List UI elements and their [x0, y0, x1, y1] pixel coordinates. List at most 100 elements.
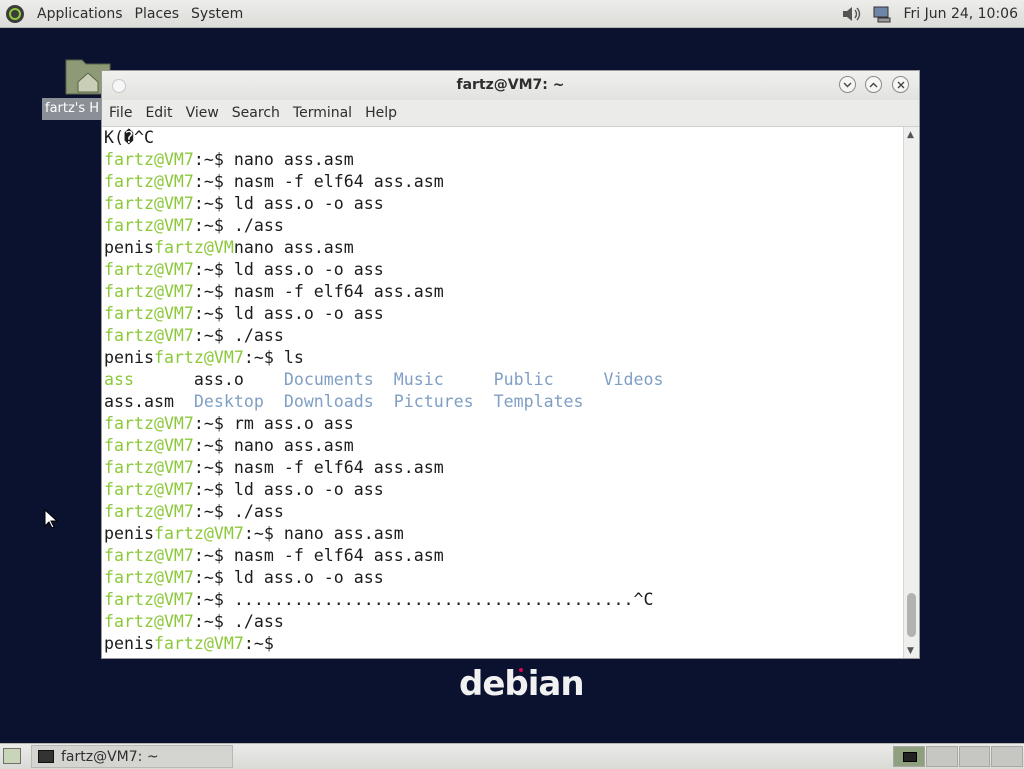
terminal-text: :~$ ls	[243, 348, 304, 367]
applications-menu[interactable]: Applications	[31, 6, 129, 22]
window-title-bar[interactable]: fartz@VM7: ~	[102, 71, 919, 100]
prompt-text: fartz@VM7	[104, 304, 194, 323]
terminal-line: fartz@VM7:~$ ./ass	[104, 501, 904, 523]
maximize-button[interactable]	[865, 76, 882, 93]
terminal-line: penisfartz@VM7:~$ ls	[104, 347, 904, 369]
terminal-line: fartz@VM7:~$ ld ass.o -o ass	[104, 193, 904, 215]
terminal-text: penis	[104, 634, 154, 653]
terminal-menu-bar: File Edit View Search Terminal Help	[102, 100, 919, 127]
terminal-text: ass.o	[133, 370, 284, 389]
terminal-text: :~$ ld ass.o -o ass	[193, 260, 384, 279]
terminal-line: fartz@VM7:~$ ...........................…	[104, 589, 904, 611]
terminal-text: :~$ ld ass.o -o ass	[193, 480, 384, 499]
prompt-text: fartz@VM7	[104, 414, 194, 433]
prompt-text: fartz@VM7	[104, 458, 194, 477]
workspace-2[interactable]	[925, 746, 958, 767]
terminal-text: :~$ ld ass.o -o ass	[193, 194, 384, 213]
terminal-line: ass ass.o Documents Music Public Videos	[104, 369, 904, 391]
directory-listing: Documents Music Public Videos	[283, 370, 664, 389]
terminal-line: fartz@VM7:~$ nasm -f elf64 ass.asm	[104, 281, 904, 303]
terminal-line: fartz@VM7:~$ ld ass.o -o ass	[104, 567, 904, 589]
prompt-text: fartz@VM7	[104, 480, 194, 499]
window-title: fartz@VM7: ~	[456, 77, 565, 93]
volume-icon[interactable]	[841, 5, 863, 23]
system-menu[interactable]: System	[185, 6, 249, 22]
terminal-line: fartz@VM7:~$ nasm -f elf64 ass.asm	[104, 171, 904, 193]
gnome-foot-icon[interactable]	[5, 4, 25, 24]
terminal-text: :~$ ....................................…	[193, 590, 654, 609]
terminal-text: :~$ ld ass.o -o ass	[193, 304, 384, 323]
terminal-text: :~$ rm ass.o ass	[193, 414, 354, 433]
close-button[interactable]	[892, 76, 909, 93]
minimize-button[interactable]	[839, 76, 856, 93]
terminal-window: fartz@VM7: ~ File Edit View Search Termi…	[102, 71, 919, 658]
terminal-text: :~$ nasm -f elf64 ass.asm	[193, 172, 444, 191]
scrollbar-thumb[interactable]	[907, 593, 916, 637]
mouse-pointer-icon	[44, 509, 58, 529]
taskbar-terminal-label: fartz@VM7: ~	[61, 748, 159, 765]
workspace-1[interactable]	[893, 746, 925, 767]
terminal-text: ass.asm	[104, 392, 194, 411]
terminal-text: :~$ nasm -f elf64 ass.asm	[193, 546, 444, 565]
prompt-text: ass	[104, 370, 134, 389]
terminal-line: penisfartz@VMnano ass.asm	[104, 237, 904, 259]
terminal-line: ass.asm Desktop Downloads Pictures Templ…	[104, 391, 904, 413]
workspace-switcher	[893, 746, 1024, 767]
terminal-text: :~$ ld ass.o -o ass	[193, 568, 384, 587]
prompt-text: fartz@VM7	[104, 194, 194, 213]
terminal-icon	[38, 750, 54, 763]
prompt-text: fartz@VM7	[104, 326, 194, 345]
menu-terminal[interactable]: Terminal	[287, 105, 358, 121]
terminal-text: :~$ nano ass.asm	[243, 524, 404, 543]
workspace-4[interactable]	[991, 746, 1023, 767]
menu-help[interactable]: Help	[359, 105, 403, 121]
debian-logo-dot	[519, 668, 523, 672]
clock[interactable]: Fri Jun 24, 10:06	[903, 6, 1018, 22]
terminal-line: fartz@VM7:~$ ld ass.o -o ass	[104, 479, 904, 501]
menu-search[interactable]: Search	[226, 105, 286, 121]
workspace-3[interactable]	[958, 746, 991, 767]
terminal-text: :~$ ./ass	[193, 612, 284, 631]
terminal-text: :~$ nano ass.asm	[193, 436, 354, 455]
menu-file[interactable]: File	[103, 105, 138, 121]
network-icon[interactable]	[873, 5, 893, 23]
prompt-text: fartz@VM7	[104, 216, 194, 235]
prompt-text: fartz@VM7	[153, 524, 244, 543]
panel-tray: Fri Jun 24, 10:06	[841, 0, 1024, 27]
terminal-text: penis	[104, 348, 154, 367]
menu-view[interactable]: View	[180, 105, 225, 121]
terminal-line: fartz@VM7:~$ ./ass	[104, 611, 904, 633]
prompt-text: fartz@VM7	[104, 436, 194, 455]
prompt-text: fartz@VM7	[104, 282, 194, 301]
terminal-text: :~$ nano ass.asm	[193, 150, 354, 169]
directory-listing: Desktop Downloads Pictures Templates	[193, 392, 584, 411]
terminal-line: fartz@VM7:~$ rm ass.o ass	[104, 413, 904, 435]
home-folder-label[interactable]: fartz's H	[42, 98, 104, 120]
terminal-output[interactable]: K(�^C fartz@VM7:~$ nano ass.asm fartz@VM7:…	[102, 127, 904, 658]
terminal-line: penisfartz@VM7:~$	[104, 633, 904, 655]
menu-edit[interactable]: Edit	[139, 105, 178, 121]
terminal-line: K(�^C	[104, 127, 904, 149]
scroll-down-arrow-icon[interactable]: ▼	[907, 646, 914, 656]
bottom-panel: fartz@VM7: ~	[0, 743, 1024, 769]
scroll-up-arrow-icon[interactable]: ▲	[907, 130, 914, 140]
chevron-up-icon	[869, 82, 878, 87]
terminal-text: :~$ nasm -f elf64 ass.asm	[193, 458, 444, 477]
terminal-scrollbar[interactable]: ▲ ▼	[903, 127, 919, 658]
terminal-line: fartz@VM7:~$ nano ass.asm	[104, 149, 904, 171]
prompt-text: fartz@VM7	[153, 634, 244, 653]
workspace-window-thumbnail	[903, 752, 917, 762]
chevron-down-icon	[843, 82, 852, 87]
terminal-line: fartz@VM7:~$ ld ass.o -o ass	[104, 259, 904, 281]
close-icon	[897, 81, 904, 88]
terminal-line: fartz@VM7:~$ ./ass	[104, 215, 904, 237]
places-menu[interactable]: Places	[129, 6, 186, 22]
terminal-text: :~$ ./ass	[193, 216, 284, 235]
show-desktop-icon[interactable]	[3, 748, 21, 764]
taskbar-terminal-button[interactable]: fartz@VM7: ~	[31, 745, 233, 768]
prompt-text: fartz@VM7	[104, 590, 194, 609]
top-panel: Applications Places System Fri Jun 24, 1…	[0, 0, 1024, 28]
window-menu-icon[interactable]	[112, 79, 126, 93]
terminal-text: :~$ nasm -f elf64 ass.asm	[193, 282, 444, 301]
terminal-text: :~$	[243, 634, 284, 653]
